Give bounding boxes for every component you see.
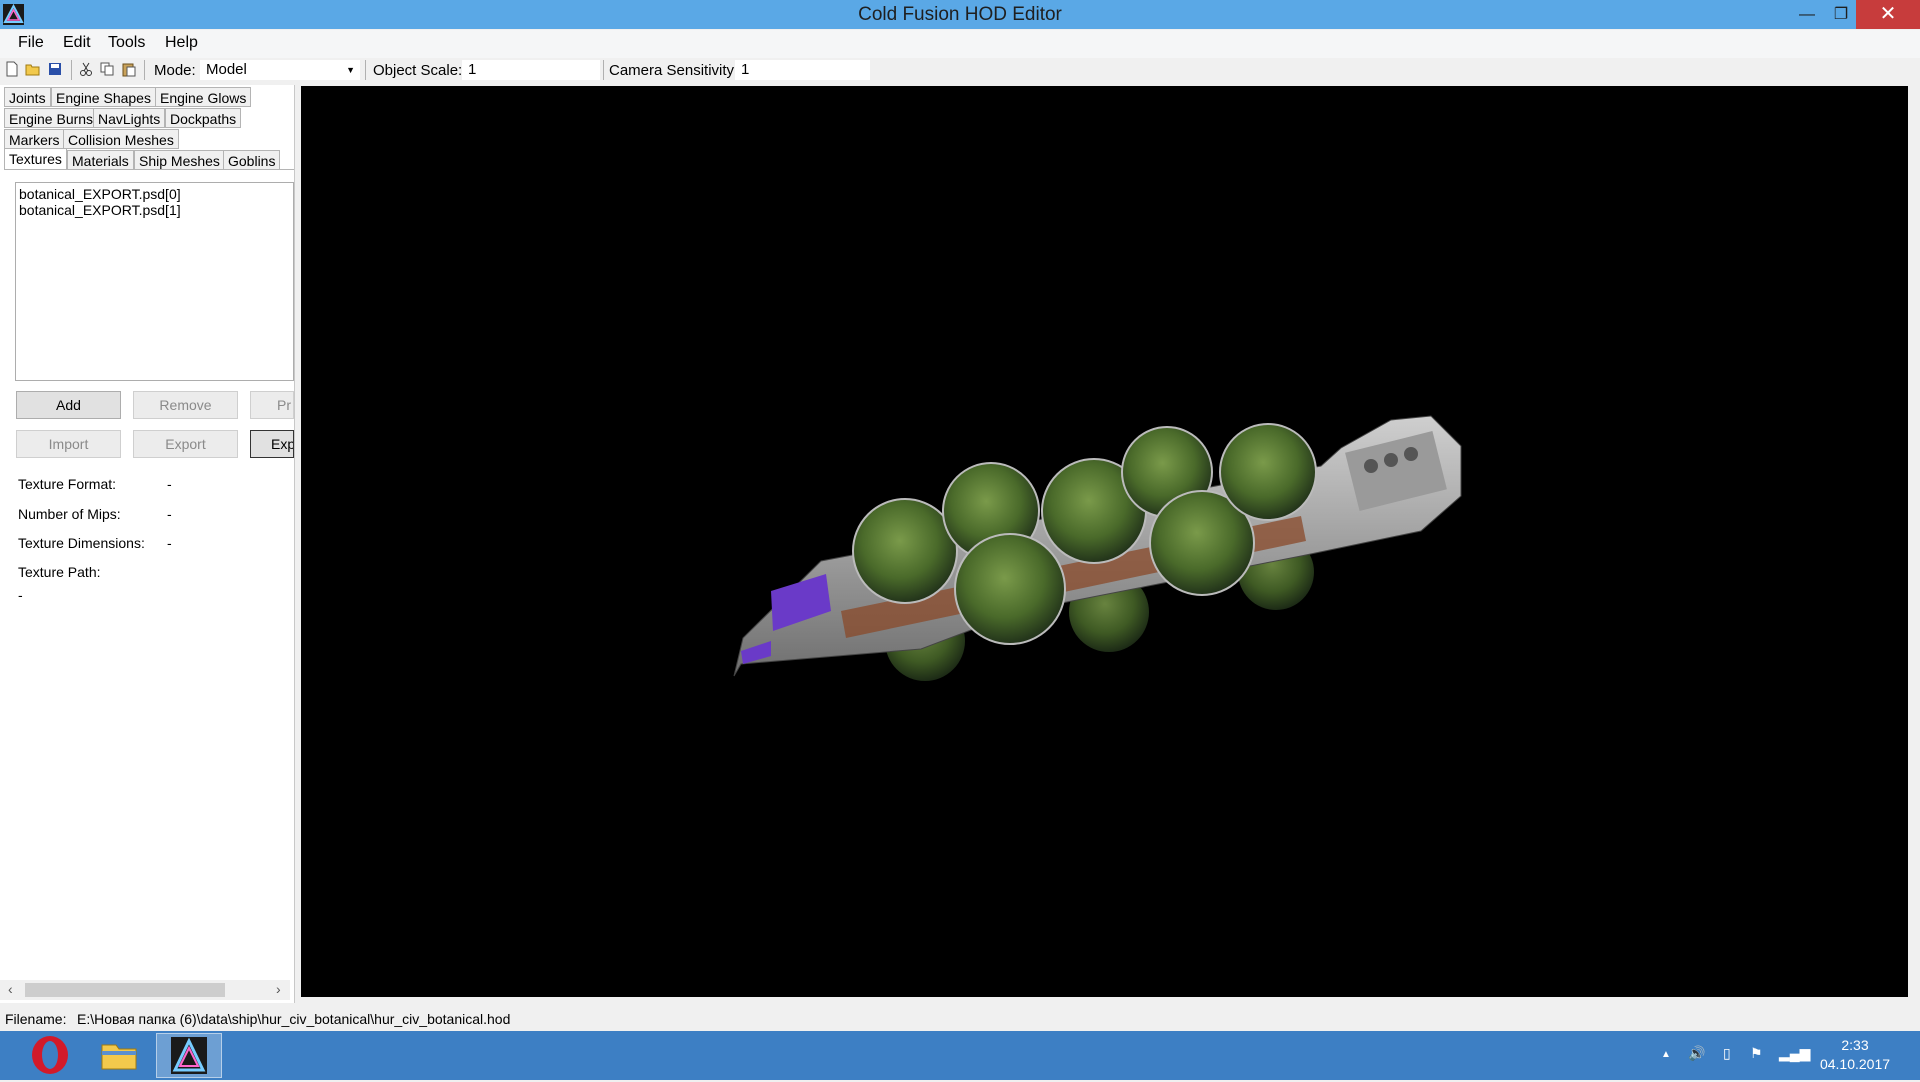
opera-icon[interactable] — [17, 1033, 83, 1078]
volume-icon[interactable]: 🔊 — [1688, 1045, 1705, 1062]
cold-fusion-icon[interactable] — [156, 1033, 222, 1078]
horizontal-scrollbar[interactable]: ‹ › — [0, 980, 290, 1000]
filename-label: Filename: — [5, 1011, 67, 1027]
number-of-mips-value: - — [167, 506, 172, 522]
scrollbar-thumb[interactable] — [25, 983, 225, 997]
show-hidden-icons-icon[interactable]: ▲ — [1661, 1049, 1671, 1060]
texture-dimensions-label: Texture Dimensions: — [18, 535, 145, 551]
taskbar: ▲ 🔊 ▯ ⚑ ▂▄▆ 2:33 04.10.2017 — [0, 1031, 1920, 1080]
file-explorer-icon[interactable] — [86, 1033, 152, 1078]
texture-path-label: Texture Path: — [18, 564, 101, 580]
clock-time: 2:33 — [1841, 1037, 1869, 1053]
mode-label: Mode: — [154, 62, 196, 79]
scroll-right-icon[interactable]: › — [276, 981, 281, 997]
tab-engine-glows[interactable]: Engine Glows — [155, 87, 252, 107]
cut-icon[interactable] — [78, 61, 94, 77]
ship-model — [733, 415, 1462, 681]
texture-path-value: - — [18, 587, 23, 603]
export-all-button[interactable]: Exp — [250, 430, 294, 458]
power-icon[interactable]: ▯ — [1723, 1045, 1731, 1062]
texture-list[interactable]: botanical_EXPORT.psd[0] botanical_EXPORT… — [15, 182, 294, 381]
menu-help[interactable]: Help — [165, 34, 198, 52]
tab-collision-meshes[interactable]: Collision Meshes — [63, 129, 179, 149]
status-bar: Filename: E:\Новая папка (6)\data\ship\h… — [0, 1006, 1920, 1030]
chevron-down-icon[interactable]: ▼ — [346, 60, 355, 80]
preview-button[interactable]: Pr — [250, 391, 294, 419]
tab-materials[interactable]: Materials — [67, 150, 134, 170]
add-button[interactable]: Add — [16, 391, 121, 419]
texture-format-label: Texture Format: — [18, 476, 117, 492]
mode-dropdown[interactable]: Model ▼ — [200, 60, 360, 80]
new-file-icon[interactable] — [4, 61, 20, 77]
clock-date: 04.10.2017 — [1819, 1056, 1891, 1072]
tab-navlights[interactable]: NavLights — [93, 108, 166, 128]
number-of-mips-label: Number of Mips: — [18, 506, 121, 522]
export-button[interactable]: Export — [133, 430, 238, 458]
tab-engine-shapes[interactable]: Engine Shapes — [51, 87, 156, 107]
tab-engine-burns[interactable]: Engine Burns — [4, 108, 99, 128]
3d-viewport[interactable] — [301, 86, 1908, 997]
tab-joints[interactable]: Joints — [4, 87, 51, 107]
tab-ship-meshes[interactable]: Ship Meshes — [134, 150, 225, 170]
camera-sensitivity-label: Camera Sensitivity: — [609, 62, 739, 79]
save-icon[interactable] — [47, 61, 63, 77]
list-item[interactable]: botanical_EXPORT.psd[1] — [16, 202, 293, 218]
mode-value: Model — [206, 61, 247, 78]
system-clock[interactable]: 2:33 04.10.2017 — [1800, 1036, 1910, 1074]
paste-icon[interactable] — [121, 61, 137, 77]
action-center-flag-icon[interactable]: ⚑ — [1750, 1045, 1763, 1062]
tab-goblins[interactable]: Goblins — [223, 150, 281, 170]
menu-edit[interactable]: Edit — [63, 34, 91, 52]
menu-tools[interactable]: Tools — [108, 34, 145, 52]
toolbar-separator — [603, 60, 604, 80]
object-scale-label: Object Scale: — [373, 62, 463, 79]
filename-value: E:\Новая папка (6)\data\ship\hur_civ_bot… — [77, 1011, 511, 1027]
toolbar-separator — [144, 60, 145, 80]
camera-sensitivity-input[interactable]: 1 — [735, 60, 870, 80]
list-item[interactable]: botanical_EXPORT.psd[0] — [16, 186, 293, 202]
remove-button[interactable]: Remove — [133, 391, 238, 419]
close-button[interactable]: ✕ — [1856, 0, 1920, 29]
tab-markers[interactable]: Markers — [4, 129, 65, 149]
import-button[interactable]: Import — [16, 430, 121, 458]
texture-format-value: - — [167, 476, 172, 492]
toolbar-separator — [365, 60, 366, 80]
menu-bar: File Edit Tools Help — [0, 30, 1920, 58]
scroll-left-icon[interactable]: ‹ — [8, 981, 13, 997]
title-bar: Cold Fusion HOD Editor — ❐ ✕ — [0, 0, 1920, 29]
menu-file[interactable]: File — [18, 34, 44, 52]
tab-textures[interactable]: Textures — [4, 148, 67, 171]
open-folder-icon[interactable] — [25, 61, 41, 77]
copy-icon[interactable] — [99, 61, 115, 77]
texture-dimensions-value: - — [167, 535, 172, 551]
window-title: Cold Fusion HOD Editor — [858, 4, 1062, 25]
toolbar-separator — [71, 60, 72, 80]
toolbar: Mode: Model ▼ Object Scale: 1 Camera Sen… — [0, 58, 1920, 84]
object-scale-input[interactable]: 1 — [462, 60, 600, 80]
tab-dockpaths[interactable]: Dockpaths — [165, 108, 242, 128]
left-panel: Joints Engine Shapes Engine Glows Engine… — [0, 85, 295, 1003]
